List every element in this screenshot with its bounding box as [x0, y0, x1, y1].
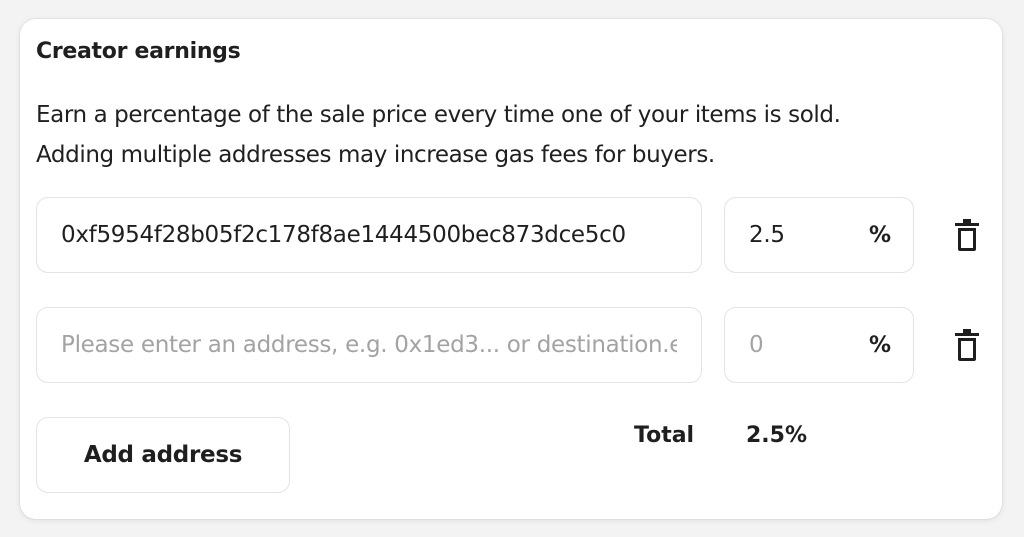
section-description: Earn a percentage of the sale price ever… — [36, 95, 986, 175]
description-line-1: Earn a percentage of the sale price ever… — [36, 102, 841, 128]
trash-icon-graphic — [955, 219, 979, 251]
percent-input-2[interactable] — [749, 332, 849, 358]
description-line-2: Adding multiple addresses may increase g… — [36, 142, 715, 168]
address-field-1[interactable] — [36, 197, 702, 273]
percent-input-1[interactable] — [749, 222, 849, 248]
percent-suffix-1: % — [868, 222, 891, 248]
address-field-2[interactable] — [36, 307, 702, 383]
address-input-2[interactable] — [61, 332, 677, 358]
percent-field-2[interactable]: % — [724, 307, 914, 383]
percent-field-1[interactable]: % — [724, 197, 914, 273]
trash-icon-graphic — [955, 329, 979, 361]
creator-earnings-card: Creator earnings Earn a percentage of th… — [20, 19, 1002, 519]
total-value: 2.5% — [746, 423, 808, 448]
percent-suffix-2: % — [868, 332, 891, 358]
section-title: Creator earnings — [36, 39, 241, 64]
trash-icon[interactable] — [950, 325, 984, 365]
total-label: Total — [634, 423, 695, 448]
trash-icon[interactable] — [950, 215, 984, 255]
add-address-button[interactable]: Add address — [36, 417, 290, 493]
address-input-1[interactable] — [61, 222, 677, 248]
